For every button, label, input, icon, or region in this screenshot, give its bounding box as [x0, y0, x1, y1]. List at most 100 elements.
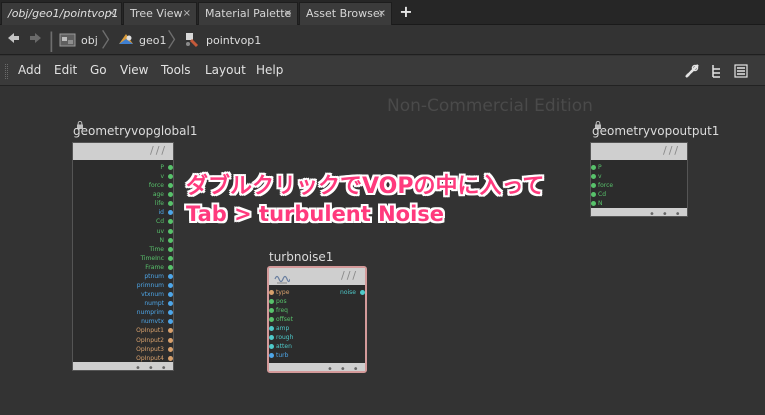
- port-connector-icon[interactable]: [168, 319, 173, 325]
- output-port-life[interactable]: life: [77, 199, 173, 208]
- input-port-force[interactable]: force: [591, 181, 683, 190]
- output-port-n[interactable]: N: [77, 236, 173, 245]
- input-port-cd[interactable]: Cd: [591, 190, 683, 199]
- close-icon[interactable]: ×: [378, 3, 386, 25]
- menu-add[interactable]: Add: [18, 63, 41, 77]
- port-connector-icon[interactable]: [168, 328, 173, 334]
- menu-layout[interactable]: Layout: [205, 63, 246, 77]
- port-connector-icon[interactable]: [269, 335, 274, 340]
- port-connector-icon[interactable]: [168, 310, 173, 316]
- output-port-v[interactable]: v: [77, 172, 173, 181]
- output-port-opinput2[interactable]: OpInput2: [77, 336, 173, 345]
- network-editor-canvas[interactable]: Non-Commercial Edition geometryvopglobal…: [0, 87, 765, 415]
- port-connector-icon[interactable]: [168, 210, 173, 216]
- toolbar-grip[interactable]: [5, 64, 8, 79]
- node-header[interactable]: ///: [269, 268, 365, 285]
- port-connector-icon[interactable]: [591, 174, 596, 179]
- port-connector-icon[interactable]: [168, 228, 173, 234]
- breadcrumb-geo1[interactable]: geo1: [139, 30, 166, 51]
- input-port-offset[interactable]: offset: [269, 315, 361, 324]
- node-name-turbnoise1[interactable]: turbnoise1: [269, 250, 333, 264]
- output-port-frame[interactable]: Frame: [77, 263, 173, 272]
- output-port-numvtx[interactable]: numvtx: [77, 317, 173, 326]
- node-name-geometryvopoutput1[interactable]: geometryvopoutput1: [592, 124, 719, 138]
- input-port-amp[interactable]: amp: [269, 324, 361, 333]
- tab-network-pointvop1[interactable]: /obj/geo1/pointvop1 ×: [1, 2, 122, 25]
- close-icon[interactable]: ×: [183, 3, 191, 25]
- port-connector-icon[interactable]: [168, 283, 173, 289]
- node-header[interactable]: ///: [73, 143, 173, 160]
- output-port-opinput3[interactable]: OpInput3: [77, 345, 173, 354]
- port-connector-icon[interactable]: [168, 255, 173, 261]
- port-connector-icon[interactable]: [269, 308, 274, 313]
- back-arrow-icon[interactable]: [6, 31, 20, 49]
- port-connector-icon[interactable]: [168, 301, 173, 307]
- menu-help[interactable]: Help: [256, 63, 283, 77]
- port-connector-icon[interactable]: [168, 237, 173, 243]
- port-connector-icon[interactable]: [168, 165, 173, 170]
- output-port-primnum[interactable]: primnum: [77, 281, 173, 290]
- output-port-opinput1[interactable]: OpInput1: [77, 326, 173, 335]
- input-port-v[interactable]: v: [591, 172, 683, 181]
- node-geometryvopglobal1[interactable]: /// Pv force age life id Cd uv N Time TimeInc Fram…: [72, 142, 174, 374]
- menu-tools[interactable]: Tools: [161, 63, 191, 77]
- output-port-noise[interactable]: noise: [271, 288, 365, 297]
- port-connector-icon[interactable]: [168, 337, 173, 343]
- port-connector-icon[interactable]: [168, 192, 173, 198]
- port-connector-icon[interactable]: [269, 353, 274, 358]
- menu-edit[interactable]: Edit: [54, 63, 77, 77]
- port-connector-icon[interactable]: [168, 264, 173, 270]
- port-connector-icon[interactable]: [168, 346, 173, 352]
- add-tab-icon[interactable]: +: [398, 2, 414, 22]
- port-connector-icon[interactable]: [168, 292, 173, 298]
- breadcrumb-obj[interactable]: obj: [81, 30, 98, 51]
- output-port-p[interactable]: P: [77, 163, 173, 172]
- output-port-timeinc[interactable]: TimeInc: [77, 254, 173, 263]
- output-port-age[interactable]: age: [77, 190, 173, 199]
- breadcrumb-pointvop1[interactable]: pointvop1: [206, 30, 261, 51]
- list-view-icon[interactable]: [733, 63, 749, 79]
- port-connector-icon[interactable]: [269, 344, 274, 349]
- input-port-p[interactable]: P: [591, 163, 683, 172]
- port-connector-icon[interactable]: [168, 355, 173, 361]
- output-port-time[interactable]: Time: [77, 245, 173, 254]
- node-turbnoise1[interactable]: /// type pos freq offset amp rough atten turb no…: [267, 266, 367, 375]
- tab-asset-browser[interactable]: Asset Browser ×: [299, 2, 392, 25]
- output-port-force[interactable]: force: [77, 181, 173, 190]
- port-connector-icon[interactable]: [168, 183, 173, 189]
- input-port-freq[interactable]: freq: [269, 306, 361, 315]
- tab-tree-view[interactable]: Tree View ×: [123, 2, 197, 25]
- input-port-pos[interactable]: pos: [269, 297, 361, 306]
- close-icon[interactable]: ×: [284, 3, 292, 25]
- input-port-atten[interactable]: atten: [269, 342, 361, 351]
- forward-arrow-icon[interactable]: [29, 31, 43, 49]
- port-connector-icon[interactable]: [591, 165, 596, 170]
- tree-view-icon[interactable]: [709, 63, 725, 79]
- port-connector-icon[interactable]: [168, 219, 173, 225]
- output-port-uv[interactable]: uv: [77, 227, 173, 236]
- port-connector-icon[interactable]: [269, 317, 274, 322]
- port-connector-icon[interactable]: [168, 246, 173, 252]
- port-connector-icon[interactable]: [168, 174, 173, 180]
- close-icon[interactable]: ×: [108, 3, 116, 25]
- wrench-icon[interactable]: [684, 63, 700, 79]
- input-port-rough[interactable]: rough: [269, 333, 361, 342]
- menu-view[interactable]: View: [120, 63, 148, 77]
- port-connector-icon[interactable]: [591, 201, 596, 206]
- output-port-numprim[interactable]: numprim: [77, 308, 173, 317]
- node-name-geometryvopglobal1[interactable]: geometryvopglobal1: [73, 124, 197, 138]
- port-connector-icon[interactable]: [360, 290, 365, 295]
- port-connector-icon[interactable]: [269, 326, 274, 331]
- input-port-turb[interactable]: turb: [269, 351, 361, 360]
- output-port-id[interactable]: id: [77, 208, 173, 217]
- output-port-vtxnum[interactable]: vtxnum: [77, 290, 173, 299]
- port-connector-icon[interactable]: [168, 273, 173, 279]
- port-connector-icon[interactable]: [591, 192, 596, 197]
- menu-go[interactable]: Go: [90, 63, 107, 77]
- port-connector-icon[interactable]: [269, 299, 274, 304]
- node-geometryvopoutput1[interactable]: /// Pv force Cd N •••: [590, 142, 688, 220]
- output-port-cd[interactable]: Cd: [77, 217, 173, 226]
- tab-material-palette[interactable]: Material Palette ×: [198, 2, 298, 25]
- output-port-ptnum[interactable]: ptnum: [77, 272, 173, 281]
- input-port-n[interactable]: N: [591, 199, 683, 208]
